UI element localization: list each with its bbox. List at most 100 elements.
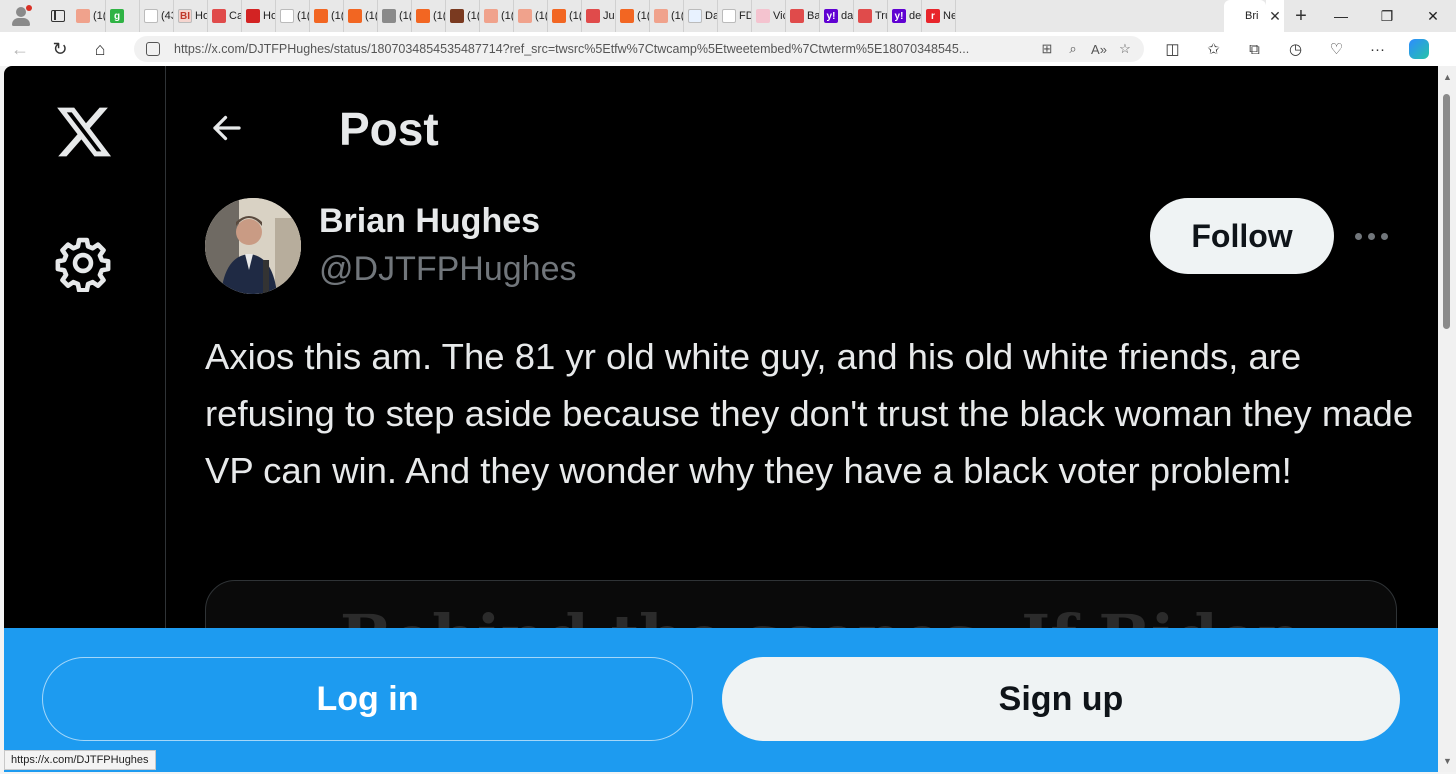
tab-favicon-icon	[1228, 9, 1242, 23]
browser-tab[interactable]: (1(	[446, 0, 480, 32]
browser-tab[interactable]: Ca	[208, 0, 242, 32]
site-info-icon[interactable]	[146, 42, 160, 56]
tab-title: (1(	[535, 10, 548, 22]
window-controls: — ❐ ✕	[1318, 0, 1456, 32]
tab-favicon-icon	[280, 9, 294, 23]
browser-tab[interactable]: (1(	[514, 0, 548, 32]
restore-icon[interactable]: ❐	[1364, 0, 1410, 32]
tab-title: (1(	[467, 10, 480, 22]
browser-tab[interactable]: r Ne	[922, 0, 956, 32]
browser-tab[interactable]: (1(	[480, 0, 514, 32]
more-menu-icon[interactable]: ···	[1357, 32, 1398, 66]
browser-tab[interactable]: g	[106, 0, 140, 32]
copilot-icon[interactable]	[1398, 32, 1439, 66]
signup-button[interactable]: Sign up	[722, 657, 1400, 741]
scroll-up-icon[interactable]: ▲	[1443, 72, 1452, 82]
browser-tab[interactable]: Ba	[786, 0, 820, 32]
browser-tab[interactable]: Da	[684, 0, 718, 32]
browser-tab[interactable]: (43	[140, 0, 174, 32]
page-title: Post	[339, 103, 439, 155]
scrollbar-thumb[interactable]	[1443, 94, 1450, 329]
browser-tab[interactable]: Jul	[582, 0, 616, 32]
browser-tab[interactable]: FD	[718, 0, 752, 32]
browser-tab[interactable]: Ho	[242, 0, 276, 32]
browser-tab[interactable]: (1(	[378, 0, 412, 32]
tab-favicon-icon	[620, 9, 634, 23]
tab-favicon-icon: y!	[892, 9, 906, 23]
tab-favicon-icon	[586, 9, 600, 23]
close-tab-icon[interactable]: ✕	[1266, 0, 1284, 32]
url-field[interactable]: https://x.com/DJTFPHughes/status/1807034…	[134, 36, 1144, 62]
back-arrow-icon[interactable]	[207, 110, 247, 146]
home-icon[interactable]: ⌂	[80, 32, 120, 66]
tab-title: de	[909, 10, 922, 22]
favorites-icon[interactable]: ✩	[1193, 32, 1234, 66]
tab-favicon-icon	[348, 9, 362, 23]
tab-active[interactable]: Bri	[1224, 0, 1266, 32]
tab-favicon-icon: y!	[824, 9, 838, 23]
split-screen-icon[interactable]: ◫	[1152, 32, 1193, 66]
author-handle[interactable]: @DJTFPHughes	[319, 250, 576, 289]
favorite-star-icon[interactable]: ☆	[1112, 41, 1138, 57]
browser-tab[interactable]: BI Ho	[174, 0, 208, 32]
refresh-icon[interactable]: ↻	[40, 32, 80, 66]
url-text[interactable]: https://x.com/DJTFPHughes/status/1807034…	[174, 42, 1034, 56]
browser-tab[interactable]: (1(	[650, 0, 684, 32]
new-tab-icon[interactable]: +	[1284, 0, 1318, 32]
browser-tab[interactable]: (1(	[276, 0, 310, 32]
x-logo-icon[interactable]	[52, 102, 116, 162]
login-prompt-bar: Log in Sign up	[4, 628, 1438, 772]
more-options-icon[interactable]	[1355, 224, 1395, 248]
follow-button[interactable]: Follow	[1150, 198, 1334, 274]
browser-tab[interactable]: (1(	[310, 0, 344, 32]
read-aloud-icon[interactable]: A»	[1086, 42, 1112, 57]
login-button[interactable]: Log in	[42, 657, 693, 741]
tab-title: Tru	[875, 10, 887, 22]
tab-favicon-icon	[654, 9, 668, 23]
browser-essentials-icon[interactable]: ♡	[1316, 32, 1357, 66]
tab-favicon-icon	[688, 9, 702, 23]
tab-favicon-icon: BI	[178, 9, 192, 23]
minimize-icon[interactable]: —	[1318, 0, 1364, 32]
tab-favicon-icon	[756, 9, 770, 23]
app-available-icon[interactable]: ⊞	[1034, 41, 1060, 57]
browser-tab[interactable]: (1(	[616, 0, 650, 32]
author-name[interactable]: Brian Hughes	[319, 202, 540, 241]
browser-tab[interactable]: (1(	[72, 0, 106, 32]
browser-tab[interactable]: y! da	[820, 0, 854, 32]
history-icon[interactable]: ◷	[1275, 32, 1316, 66]
zoom-icon[interactable]: ⌕	[1060, 41, 1086, 57]
tab-favicon-icon	[858, 9, 872, 23]
browser-tab[interactable]: Vic	[752, 0, 786, 32]
browser-tab[interactable]: Tru	[854, 0, 888, 32]
scroll-down-icon[interactable]: ▼	[1443, 756, 1452, 766]
tab-title: (1(	[501, 10, 514, 22]
tab-title: FD	[739, 10, 751, 22]
tab-title: Vic	[773, 10, 785, 22]
tab-favicon-icon	[314, 9, 328, 23]
browser-tab-strip: (1(g(43BIHoCaHo(1((1((1((1((1((1((1((1((…	[0, 0, 1456, 32]
tab-favicon-icon: g	[110, 9, 124, 23]
back-icon[interactable]: ←	[0, 32, 40, 66]
address-bar-row: ← ↻ ⌂ https://x.com/DJTFPHughes/status/1…	[0, 32, 1456, 66]
tab-favicon-icon	[212, 9, 226, 23]
tab-actions-icon[interactable]	[44, 0, 72, 32]
close-window-icon[interactable]: ✕	[1410, 0, 1456, 32]
tab-title: da	[841, 10, 854, 22]
tab-title: (1(	[365, 10, 378, 22]
tab-favicon-icon	[246, 9, 260, 23]
browser-tab[interactable]: (1(	[412, 0, 446, 32]
author-avatar[interactable]	[205, 198, 301, 294]
tab-title: (1(	[297, 10, 310, 22]
settings-gear-icon[interactable]	[54, 234, 112, 292]
browser-tab[interactable]: (1(	[344, 0, 378, 32]
profile-avatar-icon[interactable]	[0, 0, 44, 32]
browser-tab[interactable]: y! de	[888, 0, 922, 32]
collections-icon[interactable]: ⧉	[1234, 32, 1275, 66]
page-scrollbar[interactable]: ▲ ▼	[1438, 66, 1456, 772]
toolbar-buttons: ◫ ✩ ⧉ ◷ ♡ ···	[1152, 32, 1439, 66]
tab-title: (1(	[433, 10, 446, 22]
tab-title: (1(	[399, 10, 412, 22]
tab-title: (1(	[331, 10, 344, 22]
browser-tab[interactable]: (1(	[548, 0, 582, 32]
